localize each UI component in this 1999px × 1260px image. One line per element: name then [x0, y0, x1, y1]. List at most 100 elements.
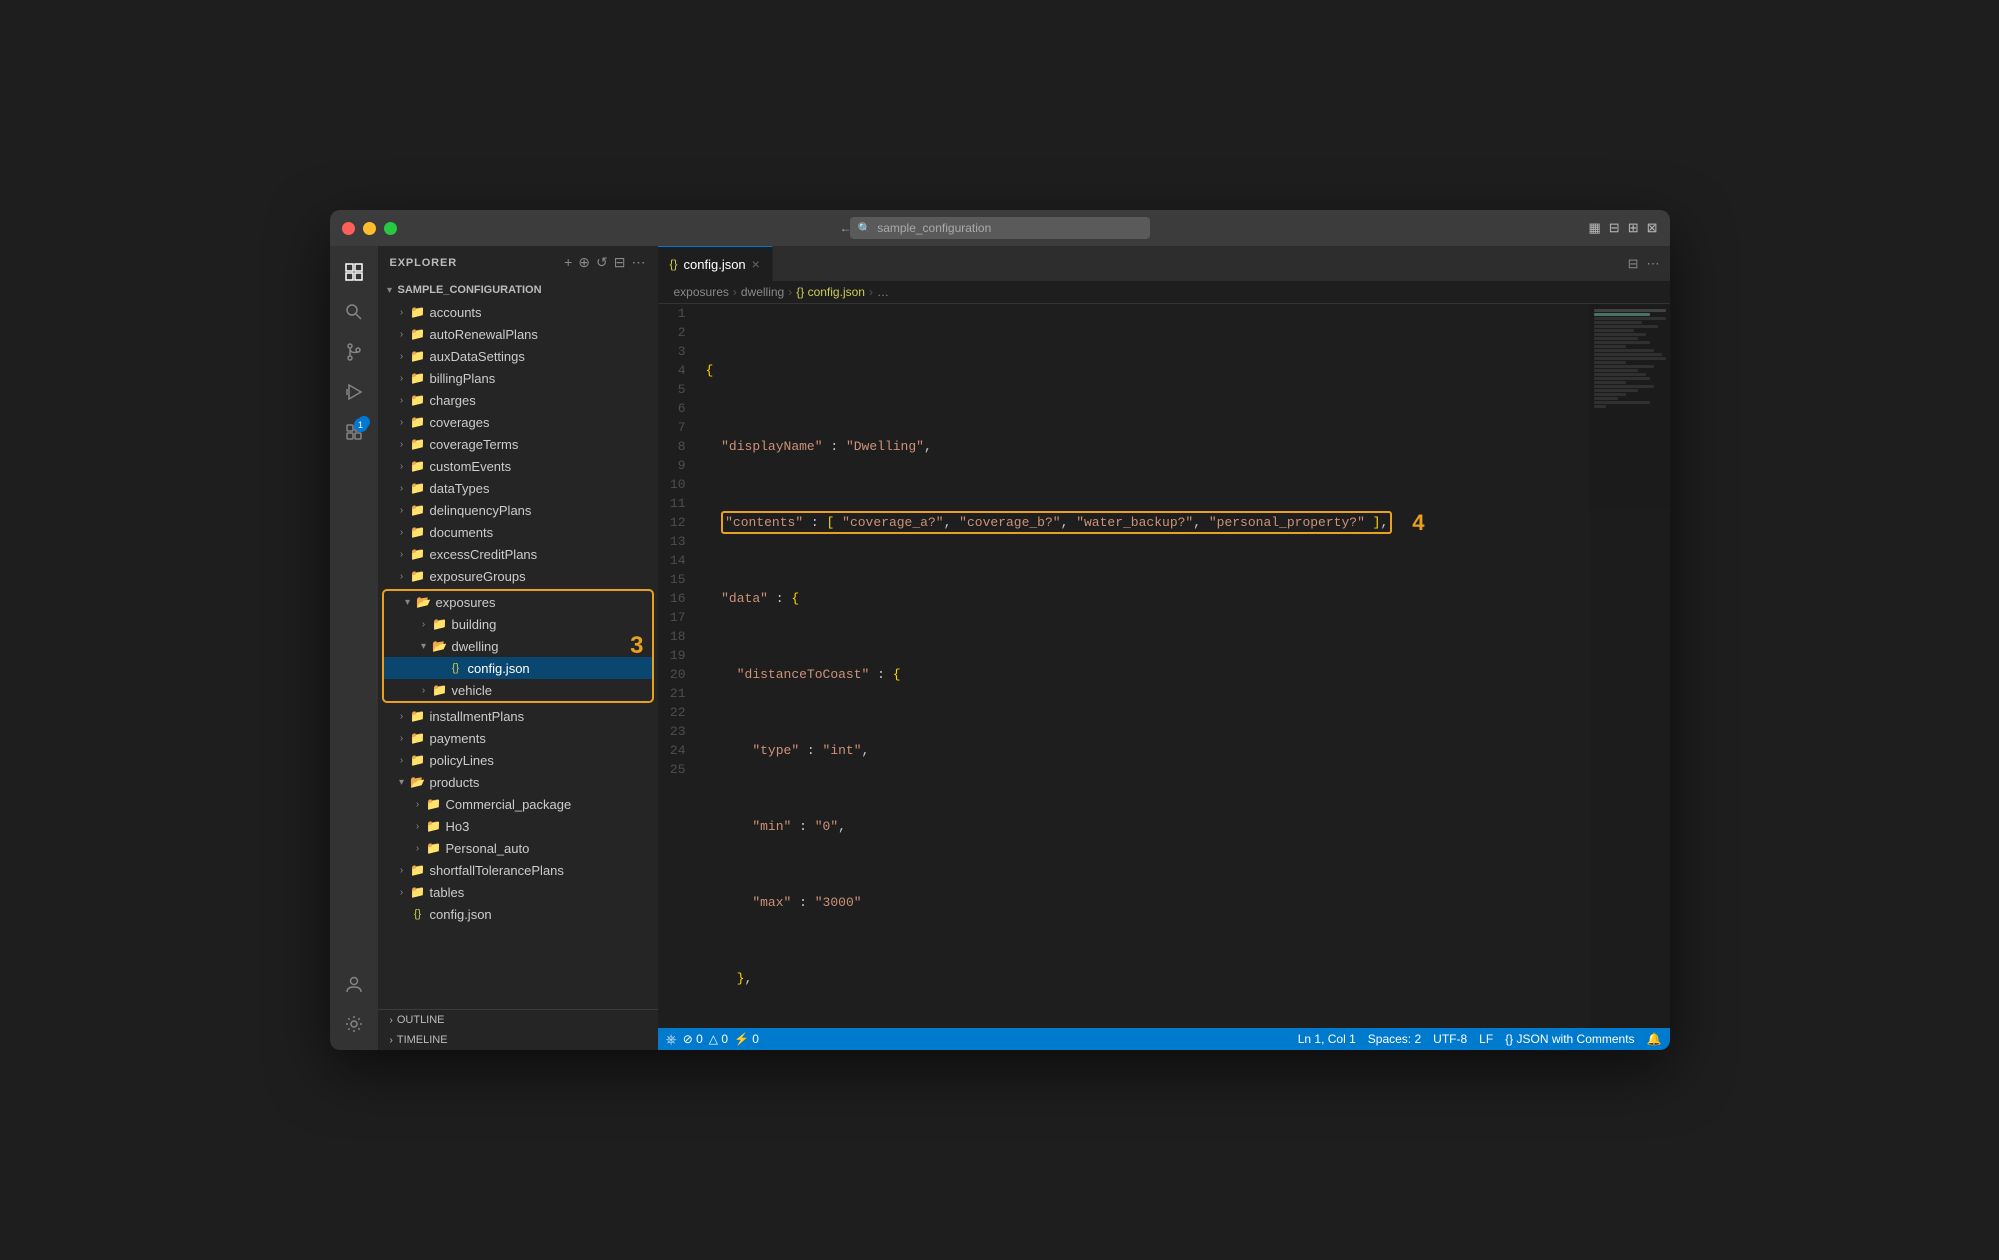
spaces[interactable]: Spaces: 2: [1368, 1032, 1421, 1046]
folder-dwelling[interactable]: ▾ 📂 dwelling: [384, 635, 652, 657]
folder-excessCreditPlans[interactable]: › 📁 excessCreditPlans: [378, 543, 658, 565]
main-layout: 1 EXPLORER: [330, 246, 1670, 1050]
sidebar-title: EXPLORER: [390, 257, 458, 269]
encoding[interactable]: UTF-8: [1433, 1032, 1467, 1046]
folder-delinquencyPlans[interactable]: › 📁 delinquencyPlans: [378, 499, 658, 521]
warning-count[interactable]: △ 0: [709, 1032, 728, 1046]
folder-personal-auto[interactable]: › 📁 Personal_auto: [378, 837, 658, 859]
folder-exposureGroups[interactable]: › 📁 exposureGroups: [378, 565, 658, 587]
outline-arrow: ›: [390, 1015, 393, 1026]
split-editor-icon[interactable]: ⊟: [1628, 256, 1639, 272]
titlebar-actions: ▦ ⊟ ⊞ ⊠: [1588, 220, 1657, 236]
close-button[interactable]: [342, 222, 355, 235]
notification-bell[interactable]: 🔔: [1647, 1032, 1662, 1046]
folder-exposures[interactable]: ▾ 📂 exposures: [384, 591, 652, 613]
sidebar: EXPLORER + ⊕ ↺ ⊟ ⋯ ▾ SAMPLE_CONFIGURATIO…: [378, 246, 658, 1050]
language-mode[interactable]: {} JSON with Comments: [1505, 1032, 1634, 1046]
code-line-7: "min" : "0",: [706, 817, 1590, 836]
activity-bottom: [336, 966, 372, 1050]
collapse-icon[interactable]: ⊟: [614, 254, 626, 271]
tab-close-button[interactable]: ×: [752, 256, 760, 272]
new-file-icon[interactable]: +: [564, 254, 572, 271]
window-controls: [342, 222, 397, 235]
folder-accounts[interactable]: › 📁 accounts: [378, 301, 658, 323]
activity-bar: 1: [330, 246, 378, 1050]
folder-tables[interactable]: › 📁 tables: [378, 881, 658, 903]
timeline-label: TIMELINE: [397, 1034, 448, 1046]
code-line-6: "type" : "int",: [706, 741, 1590, 760]
root-arrow: ▾: [382, 282, 398, 298]
layout-icon[interactable]: ▦: [1588, 220, 1600, 236]
line-ending[interactable]: LF: [1479, 1032, 1493, 1046]
folder-vehicle[interactable]: › 📁 vehicle: [384, 679, 652, 701]
step4-badge: 4: [1412, 513, 1424, 532]
folder-policyLines[interactable]: › 📁 policyLines: [378, 749, 658, 771]
timeline-arrow: ›: [390, 1035, 393, 1046]
vscode-window: ← → 🔍 sample_configuration ▦ ⊟ ⊞ ⊠: [330, 210, 1670, 1050]
more-icon[interactable]: ⋯: [632, 254, 646, 271]
breadcrumb-config[interactable]: {} config.json: [796, 285, 865, 299]
tab-bar: {} config.json × ⊟ ⋯: [658, 246, 1670, 281]
explorer-activity-icon[interactable]: [336, 254, 372, 290]
panel-icon[interactable]: ⊞: [1628, 220, 1639, 236]
root-folder[interactable]: ▾ SAMPLE_CONFIGURATION: [378, 279, 658, 301]
title-search[interactable]: 🔍 sample_configuration: [850, 217, 1150, 239]
sidebar-bottom: › OUTLINE › TIMELINE: [378, 1009, 658, 1050]
sidebar-header: EXPLORER + ⊕ ↺ ⊟ ⋯: [378, 246, 658, 279]
folder-products[interactable]: ▾ 📂 products: [378, 771, 658, 793]
folder-shortfallTolerancePlans[interactable]: › 📁 shortfallTolerancePlans: [378, 859, 658, 881]
folder-commercial-package[interactable]: › 📁 Commercial_package: [378, 793, 658, 815]
titlebar: ← → 🔍 sample_configuration ▦ ⊟ ⊞ ⊠: [330, 210, 1670, 246]
tab-config-json[interactable]: {} config.json ×: [658, 246, 773, 281]
tab-file-icon: {}: [670, 257, 678, 271]
new-folder-icon[interactable]: ⊕: [578, 254, 590, 271]
folder-ho3[interactable]: › 📁 Ho3: [378, 815, 658, 837]
more-icon[interactable]: ⊠: [1647, 220, 1658, 236]
more-actions-icon[interactable]: ⋯: [1647, 256, 1660, 272]
editor-minimap: [1590, 304, 1670, 1028]
error-count[interactable]: ⊘ 0: [683, 1032, 703, 1046]
account-activity-icon[interactable]: [336, 966, 372, 1002]
folder-customEvents[interactable]: › 📁 customEvents: [378, 455, 658, 477]
folder-coverages[interactable]: › 📁 coverages: [378, 411, 658, 433]
folder-charges[interactable]: › 📁 charges: [378, 389, 658, 411]
folder-auxDataSettings[interactable]: › 📁 auxDataSettings: [378, 345, 658, 367]
code-line-5: "distanceToCoast" : {: [706, 665, 1590, 684]
timeline-item[interactable]: › TIMELINE: [378, 1030, 658, 1050]
file-tree: ▾ SAMPLE_CONFIGURATION › 📁 accounts › 📁 …: [378, 279, 658, 1009]
code-line-2: "displayName" : "Dwelling",: [706, 437, 1590, 456]
cursor-position[interactable]: Ln 1, Col 1: [1298, 1032, 1356, 1046]
outline-label: OUTLINE: [397, 1014, 445, 1026]
folder-documents[interactable]: › 📁 documents: [378, 521, 658, 543]
split-icon[interactable]: ⊟: [1609, 220, 1620, 236]
file-config-json-nested[interactable]: › {} config.json: [384, 657, 652, 679]
vscode-icon: ⎈: [666, 1031, 677, 1048]
settings-activity-icon[interactable]: [336, 1006, 372, 1042]
outline-item[interactable]: › OUTLINE: [378, 1010, 658, 1030]
code-editor[interactable]: 12345 678910 1112131415 1617181920 21222…: [658, 304, 1670, 1028]
breadcrumb-dwelling[interactable]: dwelling: [741, 285, 784, 299]
minimize-button[interactable]: [363, 222, 376, 235]
folder-payments[interactable]: › 📁 payments: [378, 727, 658, 749]
folder-dataTypes[interactable]: › 📁 dataTypes: [378, 477, 658, 499]
extensions-activity-icon[interactable]: 1: [336, 414, 372, 450]
lightning-count[interactable]: ⚡ 0: [734, 1032, 759, 1046]
folder-building[interactable]: › 📁 building: [384, 613, 652, 635]
step3-badge: 3: [630, 632, 643, 660]
folder-autoRenewalPlans[interactable]: › 📁 autoRenewalPlans: [378, 323, 658, 345]
folder-installmentPlans[interactable]: › 📁 installmentPlans: [378, 705, 658, 727]
code-line-3: "contents" : [ "coverage_a?", "coverage_…: [706, 513, 1590, 532]
search-activity-icon[interactable]: [336, 294, 372, 330]
breadcrumb-more[interactable]: …: [877, 285, 889, 299]
refresh-icon[interactable]: ↺: [596, 254, 608, 271]
folder-billingPlans[interactable]: › 📁 billingPlans: [378, 367, 658, 389]
code-content: { "displayName" : "Dwelling", "contents"…: [698, 304, 1590, 1028]
run-activity-icon[interactable]: [336, 374, 372, 410]
editor-area: {} config.json × ⊟ ⋯ exposures › dwellin…: [658, 246, 1670, 1050]
source-control-activity-icon[interactable]: [336, 334, 372, 370]
folder-coverageTerms[interactable]: › 📁 coverageTerms: [378, 433, 658, 455]
maximize-button[interactable]: [384, 222, 397, 235]
breadcrumb: exposures › dwelling › {} config.json › …: [658, 281, 1670, 304]
breadcrumb-exposures[interactable]: exposures: [674, 285, 729, 299]
file-config-json-root[interactable]: › {} config.json: [378, 903, 658, 925]
